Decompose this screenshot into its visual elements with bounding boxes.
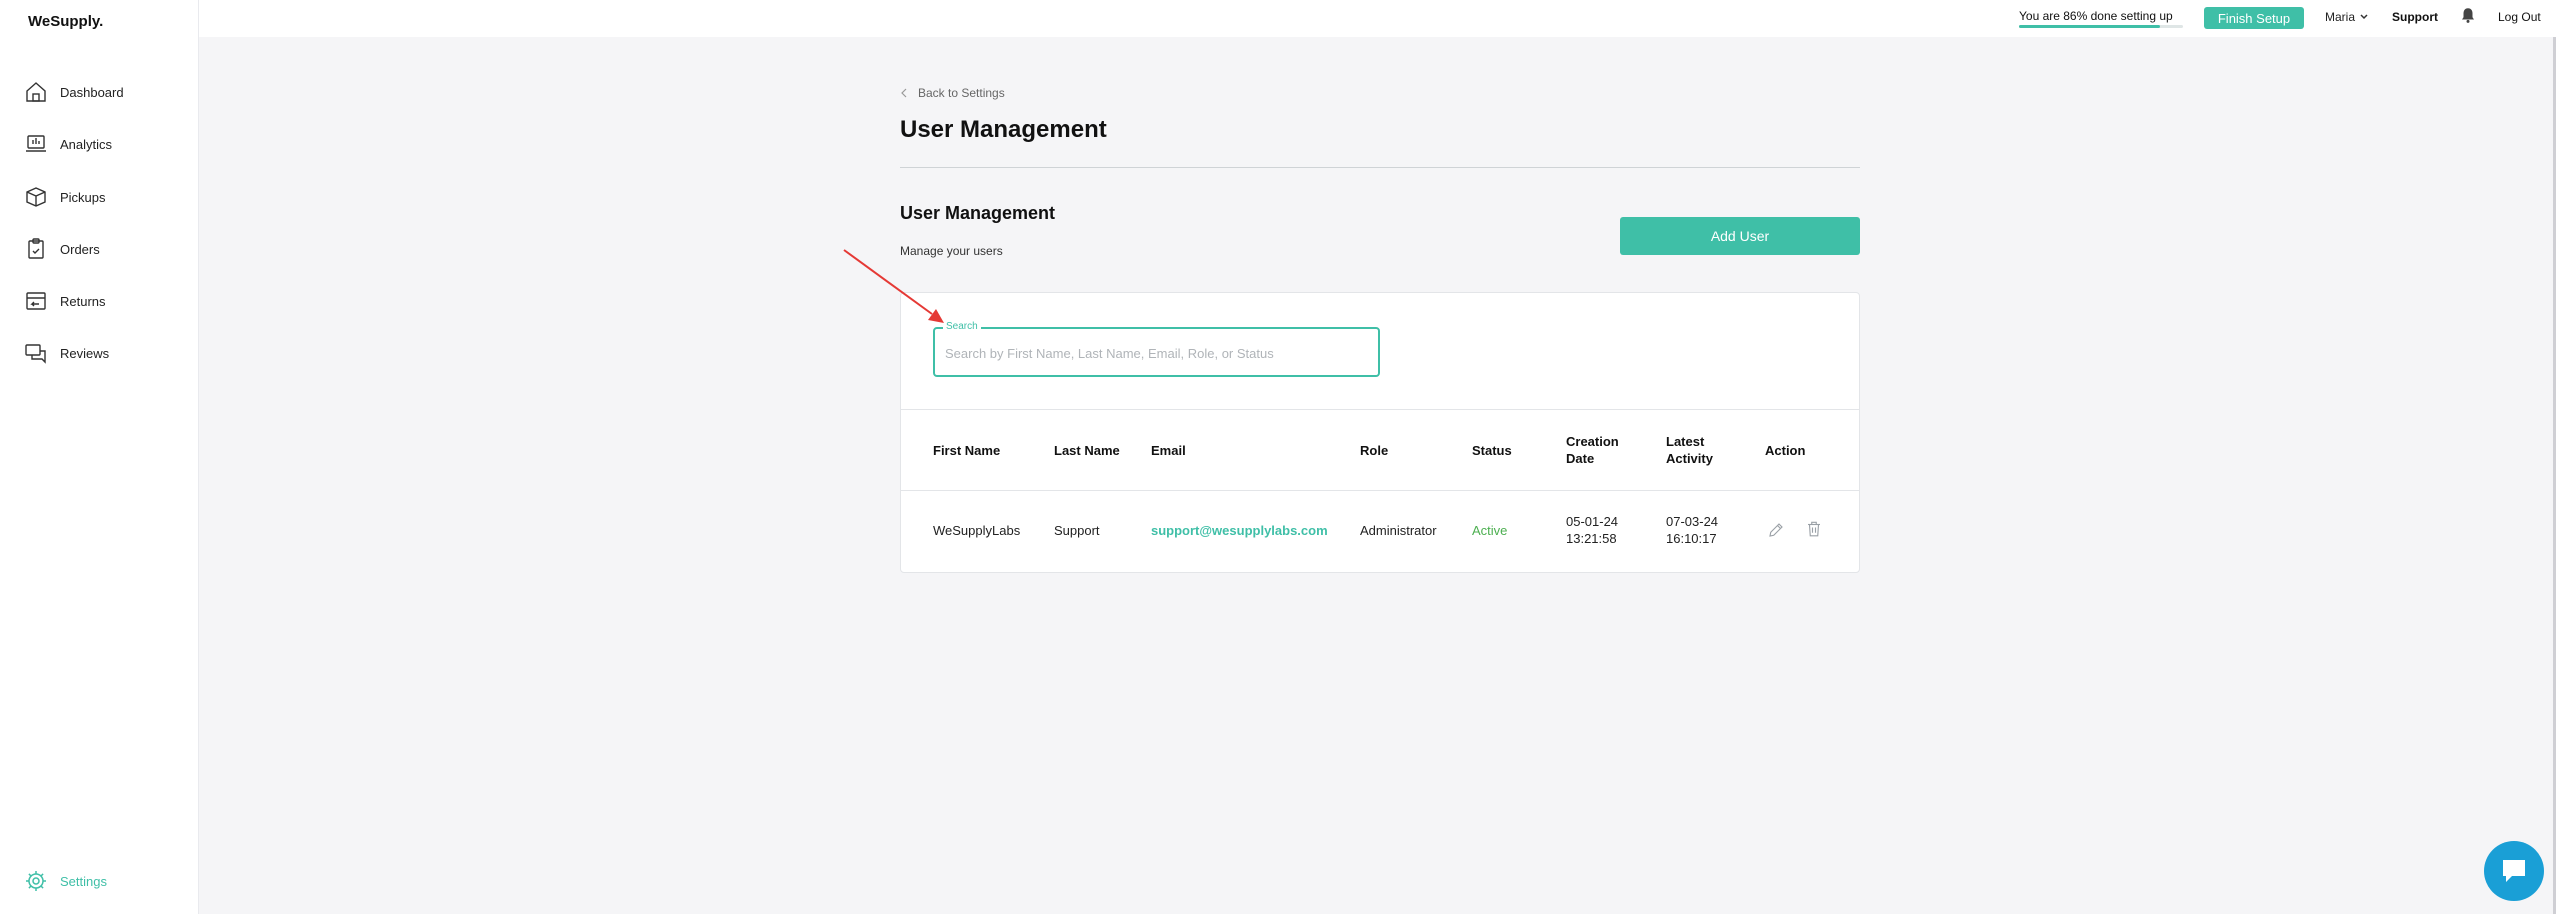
- cell-last-name: Support: [1054, 523, 1100, 538]
- column-header-first-name[interactable]: First Name: [933, 442, 1000, 459]
- brand-logo[interactable]: WeSupply.: [28, 13, 103, 30]
- cell-role: Administrator: [1360, 523, 1437, 538]
- sidebar-item-returns[interactable]: Returns: [24, 287, 184, 315]
- search-field[interactable]: Search: [933, 321, 1380, 377]
- sidebar-item-label: Orders: [60, 241, 100, 257]
- users-card: Search First Name Last Name Email Role S…: [900, 292, 1860, 573]
- sidebar-item-analytics[interactable]: Analytics: [24, 130, 184, 158]
- user-menu[interactable]: Maria: [2325, 10, 2369, 24]
- support-link[interactable]: Support: [2392, 10, 2438, 24]
- back-label: Back to Settings: [918, 86, 1005, 100]
- sidebar-item-label: Pickups: [60, 189, 106, 205]
- cell-first-name: WeSupplyLabs: [933, 523, 1021, 538]
- column-header-email[interactable]: Email: [1151, 442, 1186, 459]
- section-subtitle: Manage your users: [900, 244, 1003, 258]
- cell-time: 16:10:17: [1666, 531, 1717, 546]
- row-divider: [901, 490, 1859, 491]
- edit-pencil-icon[interactable]: [1767, 521, 1785, 539]
- sidebar-item-settings[interactable]: Settings: [24, 867, 184, 895]
- section-title: User Management: [900, 203, 1056, 223]
- cell-date: 07-03-24: [1666, 514, 1719, 529]
- sidebar: WeSupply. Dashboard Analytics Pickups Or…: [0, 0, 199, 914]
- add-user-button[interactable]: Add User: [1620, 217, 1860, 255]
- clipboard-icon: [28, 238, 44, 259]
- box-icon: [26, 187, 46, 207]
- sidebar-item-label: Returns: [60, 293, 106, 309]
- user-name: Maria: [2325, 10, 2356, 24]
- chevron-down-icon: [2360, 14, 2368, 20]
- chevron-left-icon: [901, 88, 907, 98]
- setup-progress-fill: [2019, 25, 2161, 28]
- column-header-status[interactable]: Status: [1472, 442, 1512, 459]
- header-line: Creation: [1566, 434, 1619, 449]
- sidebar-item-label: Analytics: [60, 136, 113, 152]
- card-divider: [901, 409, 1859, 410]
- analytics-icon: [26, 135, 46, 152]
- setup-progress-bar: [2019, 25, 2183, 28]
- header-line: Date: [1566, 451, 1595, 466]
- sidebar-item-label: Settings: [60, 873, 107, 889]
- back-to-settings-link[interactable]: Back to Settings: [900, 86, 1005, 100]
- returns-icon: [26, 292, 46, 310]
- sidebar-item-pickups[interactable]: Pickups: [24, 183, 184, 211]
- sidebar-item-orders[interactable]: Orders: [24, 235, 184, 263]
- cell-status: Active: [1472, 523, 1508, 538]
- logout-link[interactable]: Log Out: [2498, 10, 2541, 24]
- cell-date: 05-01-24: [1566, 514, 1619, 529]
- column-header-action: Action: [1765, 443, 1806, 458]
- search-legend: Search: [943, 321, 981, 332]
- header-line: Activity: [1666, 451, 1713, 466]
- delete-trash-icon[interactable]: [1805, 520, 1823, 538]
- sidebar-item-label: Reviews: [60, 345, 110, 361]
- home-icon: [26, 82, 46, 102]
- page-title: User Management: [900, 116, 1107, 143]
- cell-email-link[interactable]: support@wesupplylabs.com: [1151, 522, 1328, 539]
- setup-progress-label[interactable]: You are 86% done setting up: [2019, 9, 2173, 23]
- search-input[interactable]: [943, 341, 1367, 365]
- gear-icon: [26, 871, 46, 891]
- finish-setup-button[interactable]: Finish Setup: [2204, 7, 2304, 29]
- sidebar-item-dashboard[interactable]: Dashboard: [24, 78, 184, 106]
- sidebar-item-label: Dashboard: [60, 84, 124, 100]
- cell-creation-date: 05-01-24 13:21:58: [1566, 513, 1618, 547]
- sidebar-item-reviews[interactable]: Reviews: [24, 339, 184, 367]
- cell-latest-activity: 07-03-24 16:10:17: [1666, 513, 1718, 547]
- chat-support-button[interactable]: [2484, 841, 2544, 901]
- chat-bubble-icon: [2503, 860, 2525, 882]
- column-header-latest-activity[interactable]: Latest Activity: [1666, 433, 1713, 467]
- bell-icon[interactable]: [2459, 6, 2477, 24]
- reviews-icon: [25, 344, 46, 364]
- cell-time: 13:21:58: [1566, 531, 1617, 546]
- column-header-last-name[interactable]: Last Name: [1054, 442, 1120, 459]
- header-line: Latest: [1666, 434, 1705, 449]
- topbar: [199, 0, 2556, 37]
- title-divider: [900, 167, 1860, 168]
- column-header-creation-date[interactable]: Creation Date: [1566, 433, 1619, 467]
- column-header-role[interactable]: Role: [1360, 442, 1388, 459]
